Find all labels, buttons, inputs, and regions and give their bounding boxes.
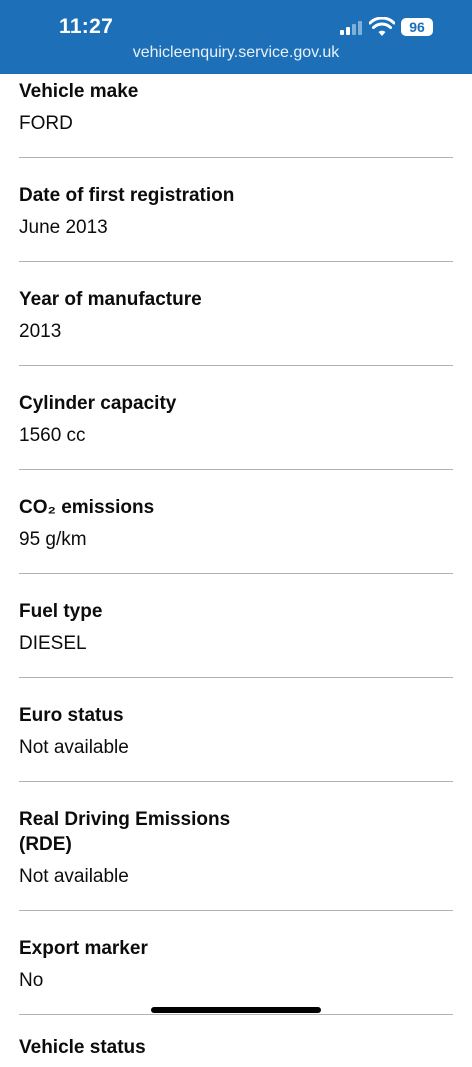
- detail-value: FORD: [19, 113, 73, 134]
- clock-time: 11:27: [59, 15, 114, 38]
- detail-row-co2-emissions: CO₂ emissions 95 g/km: [19, 490, 453, 574]
- detail-row-export-marker: Export marker No: [19, 931, 453, 1015]
- address-bar-url[interactable]: vehicleenquiry.service.gov.uk: [0, 44, 472, 62]
- detail-label: Real Driving Emissions (RDE): [19, 809, 231, 855]
- battery-icon: 96: [401, 18, 433, 36]
- detail-value: 95 g/km: [19, 529, 87, 550]
- detail-value: 2013: [19, 321, 62, 342]
- detail-row-vehicle-make: Vehicle make FORD: [19, 74, 453, 158]
- detail-label: Year of manufacture: [19, 289, 202, 310]
- detail-value: Not available: [19, 866, 129, 887]
- home-indicator[interactable]: [151, 1007, 321, 1013]
- detail-label: CO₂ emissions: [19, 497, 155, 518]
- detail-row-first-registration: Date of first registration June 2013: [19, 178, 453, 262]
- detail-value: June 2013: [19, 217, 108, 238]
- detail-row-fuel-type: Fuel type DIESEL: [19, 594, 453, 678]
- detail-value: Not available: [19, 737, 129, 758]
- wifi-icon: [369, 17, 395, 36]
- vehicle-details-list: Vehicle make FORD Date of first registra…: [19, 74, 453, 1067]
- detail-label: Fuel type: [19, 601, 103, 622]
- browser-status-bar: 11:27 96 vehicleenquiry.service.gov.uk: [0, 0, 472, 74]
- detail-label: Export marker: [19, 938, 148, 959]
- detail-row-real-driving-emissions: Real Driving Emissions (RDE) Not availab…: [19, 802, 453, 911]
- detail-label: Euro status: [19, 705, 124, 726]
- detail-value: No: [19, 970, 44, 991]
- signal-icon: [340, 21, 366, 35]
- detail-value: 1560 cc: [19, 425, 86, 446]
- detail-row-vehicle-status: Vehicle status: [19, 1035, 453, 1060]
- detail-label: Vehicle make: [19, 81, 139, 102]
- detail-row-year-of-manufacture: Year of manufacture 2013: [19, 282, 453, 366]
- detail-label: Vehicle status: [19, 1037, 146, 1058]
- detail-row-euro-status: Euro status Not available: [19, 698, 453, 782]
- detail-value: DIESEL: [19, 633, 87, 654]
- detail-row-cylinder-capacity: Cylinder capacity 1560 cc: [19, 386, 453, 470]
- detail-label: Cylinder capacity: [19, 393, 177, 414]
- detail-label: Date of first registration: [19, 185, 235, 206]
